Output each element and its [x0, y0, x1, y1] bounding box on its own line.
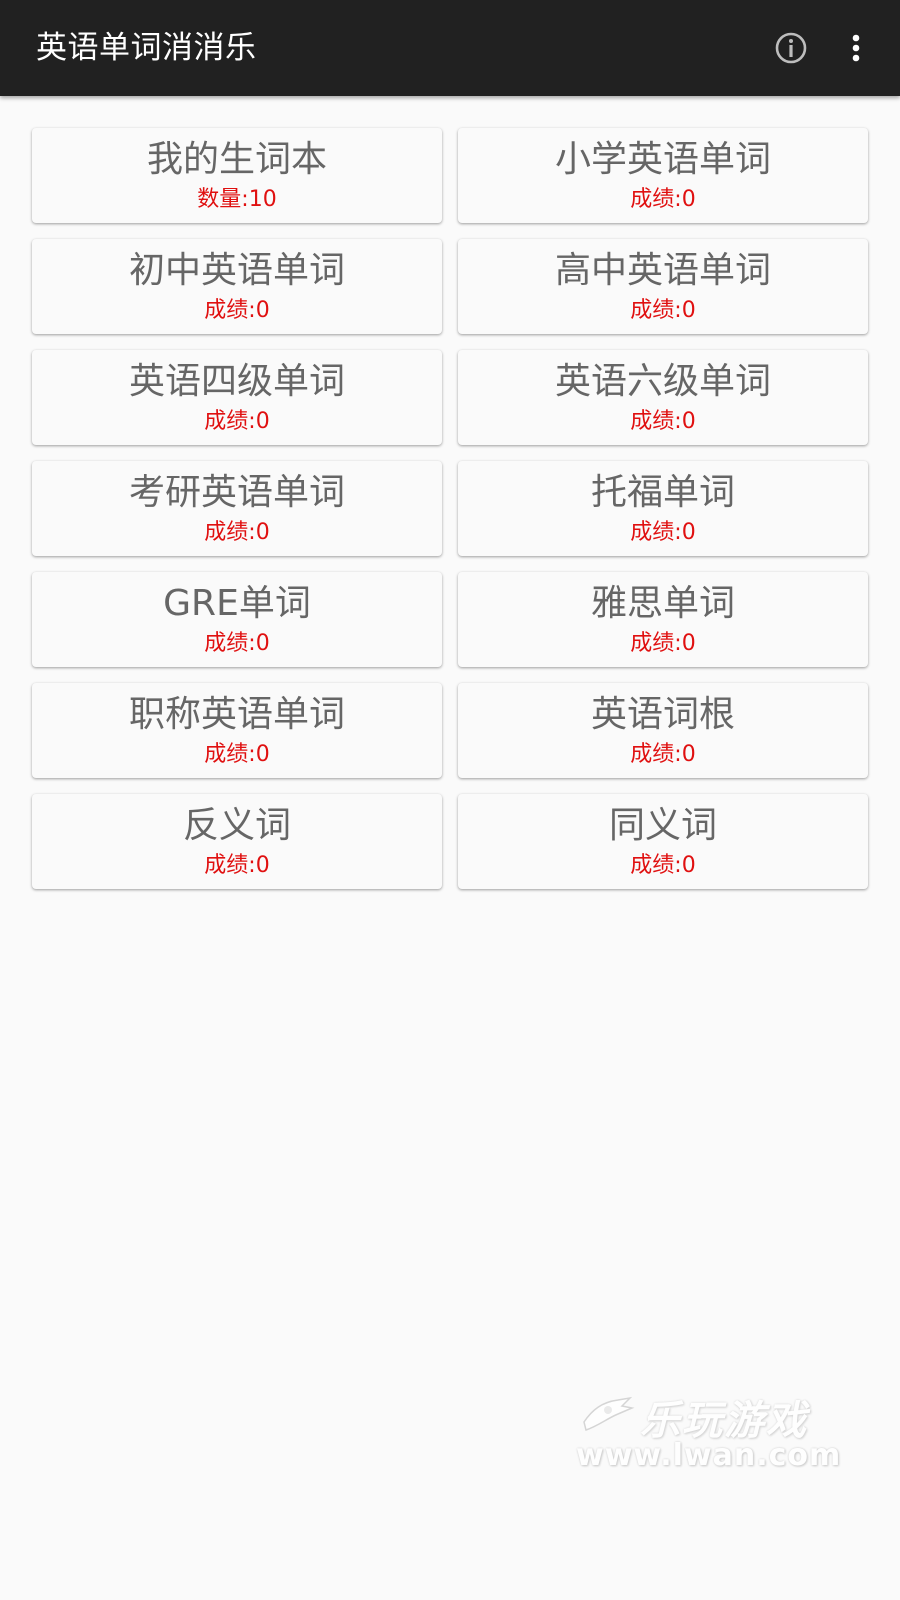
- card-title: 高中英语单词: [554, 250, 771, 291]
- card-score: 成绩:0: [630, 742, 696, 767]
- category-card-antonyms[interactable]: 反义词 成绩:0: [32, 794, 442, 889]
- card-title: 我的生词本: [146, 139, 327, 180]
- watermark: 乐玩游戏 www.lwan.com: [576, 1388, 846, 1478]
- app-title: 英语单词消消乐: [36, 30, 257, 66]
- card-score: 成绩:0: [630, 520, 696, 545]
- more-options-button[interactable]: [838, 30, 874, 66]
- category-card-synonyms[interactable]: 同义词 成绩:0: [458, 794, 868, 889]
- card-score: 成绩:0: [204, 631, 270, 656]
- category-card-postgraduate[interactable]: 考研英语单词 成绩:0: [32, 461, 442, 556]
- category-card-junior-high[interactable]: 初中英语单词 成绩:0: [32, 239, 442, 334]
- more-vert-icon: [852, 34, 860, 62]
- card-score: 成绩:0: [204, 853, 270, 878]
- info-button[interactable]: [773, 30, 809, 66]
- card-title: 初中英语单词: [128, 250, 345, 291]
- card-title: 雅思单词: [590, 583, 735, 624]
- card-title: 同义词: [608, 805, 717, 846]
- card-title: 职称英语单词: [128, 694, 345, 735]
- card-title: 小学英语单词: [554, 139, 771, 180]
- card-score: 成绩:0: [204, 742, 270, 767]
- card-title: 英语词根: [590, 694, 735, 735]
- app-bar: 英语单词消消乐: [0, 0, 900, 96]
- card-title: 英语四级单词: [128, 361, 345, 402]
- info-icon: [775, 32, 807, 64]
- category-card-senior-high[interactable]: 高中英语单词 成绩:0: [458, 239, 868, 334]
- category-card-professional-title[interactable]: 职称英语单词 成绩:0: [32, 683, 442, 778]
- card-title: 英语六级单词: [554, 361, 771, 402]
- card-title: GRE单词: [163, 583, 311, 624]
- card-title: 考研英语单词: [128, 472, 345, 513]
- card-title: 反义词: [182, 805, 291, 846]
- category-card-ielts[interactable]: 雅思单词 成绩:0: [458, 572, 868, 667]
- card-score: 成绩:0: [630, 187, 696, 212]
- card-score: 成绩:0: [630, 298, 696, 323]
- category-card-cet4[interactable]: 英语四级单词 成绩:0: [32, 350, 442, 445]
- category-card-toefl[interactable]: 托福单词 成绩:0: [458, 461, 868, 556]
- card-count: 数量:10: [197, 187, 277, 212]
- watermark-url: www.lwan.com: [576, 1438, 842, 1473]
- category-card-primary-school[interactable]: 小学英语单词 成绩:0: [458, 128, 868, 223]
- card-score: 成绩:0: [630, 853, 696, 878]
- category-card-vocab-notebook[interactable]: 我的生词本 数量:10: [32, 128, 442, 223]
- watermark-logo-icon: [583, 1396, 635, 1431]
- category-card-word-roots[interactable]: 英语词根 成绩:0: [458, 683, 868, 778]
- card-score: 成绩:0: [630, 631, 696, 656]
- category-grid: 我的生词本 数量:10 小学英语单词 成绩:0 初中英语单词 成绩:0 高中英语…: [32, 128, 868, 889]
- category-card-gre[interactable]: GRE单词 成绩:0: [32, 572, 442, 667]
- category-card-cet6[interactable]: 英语六级单词 成绩:0: [458, 350, 868, 445]
- card-score: 成绩:0: [204, 298, 270, 323]
- card-score: 成绩:0: [204, 520, 270, 545]
- card-score: 成绩:0: [204, 409, 270, 434]
- card-title: 托福单词: [590, 472, 735, 513]
- card-score: 成绩:0: [630, 409, 696, 434]
